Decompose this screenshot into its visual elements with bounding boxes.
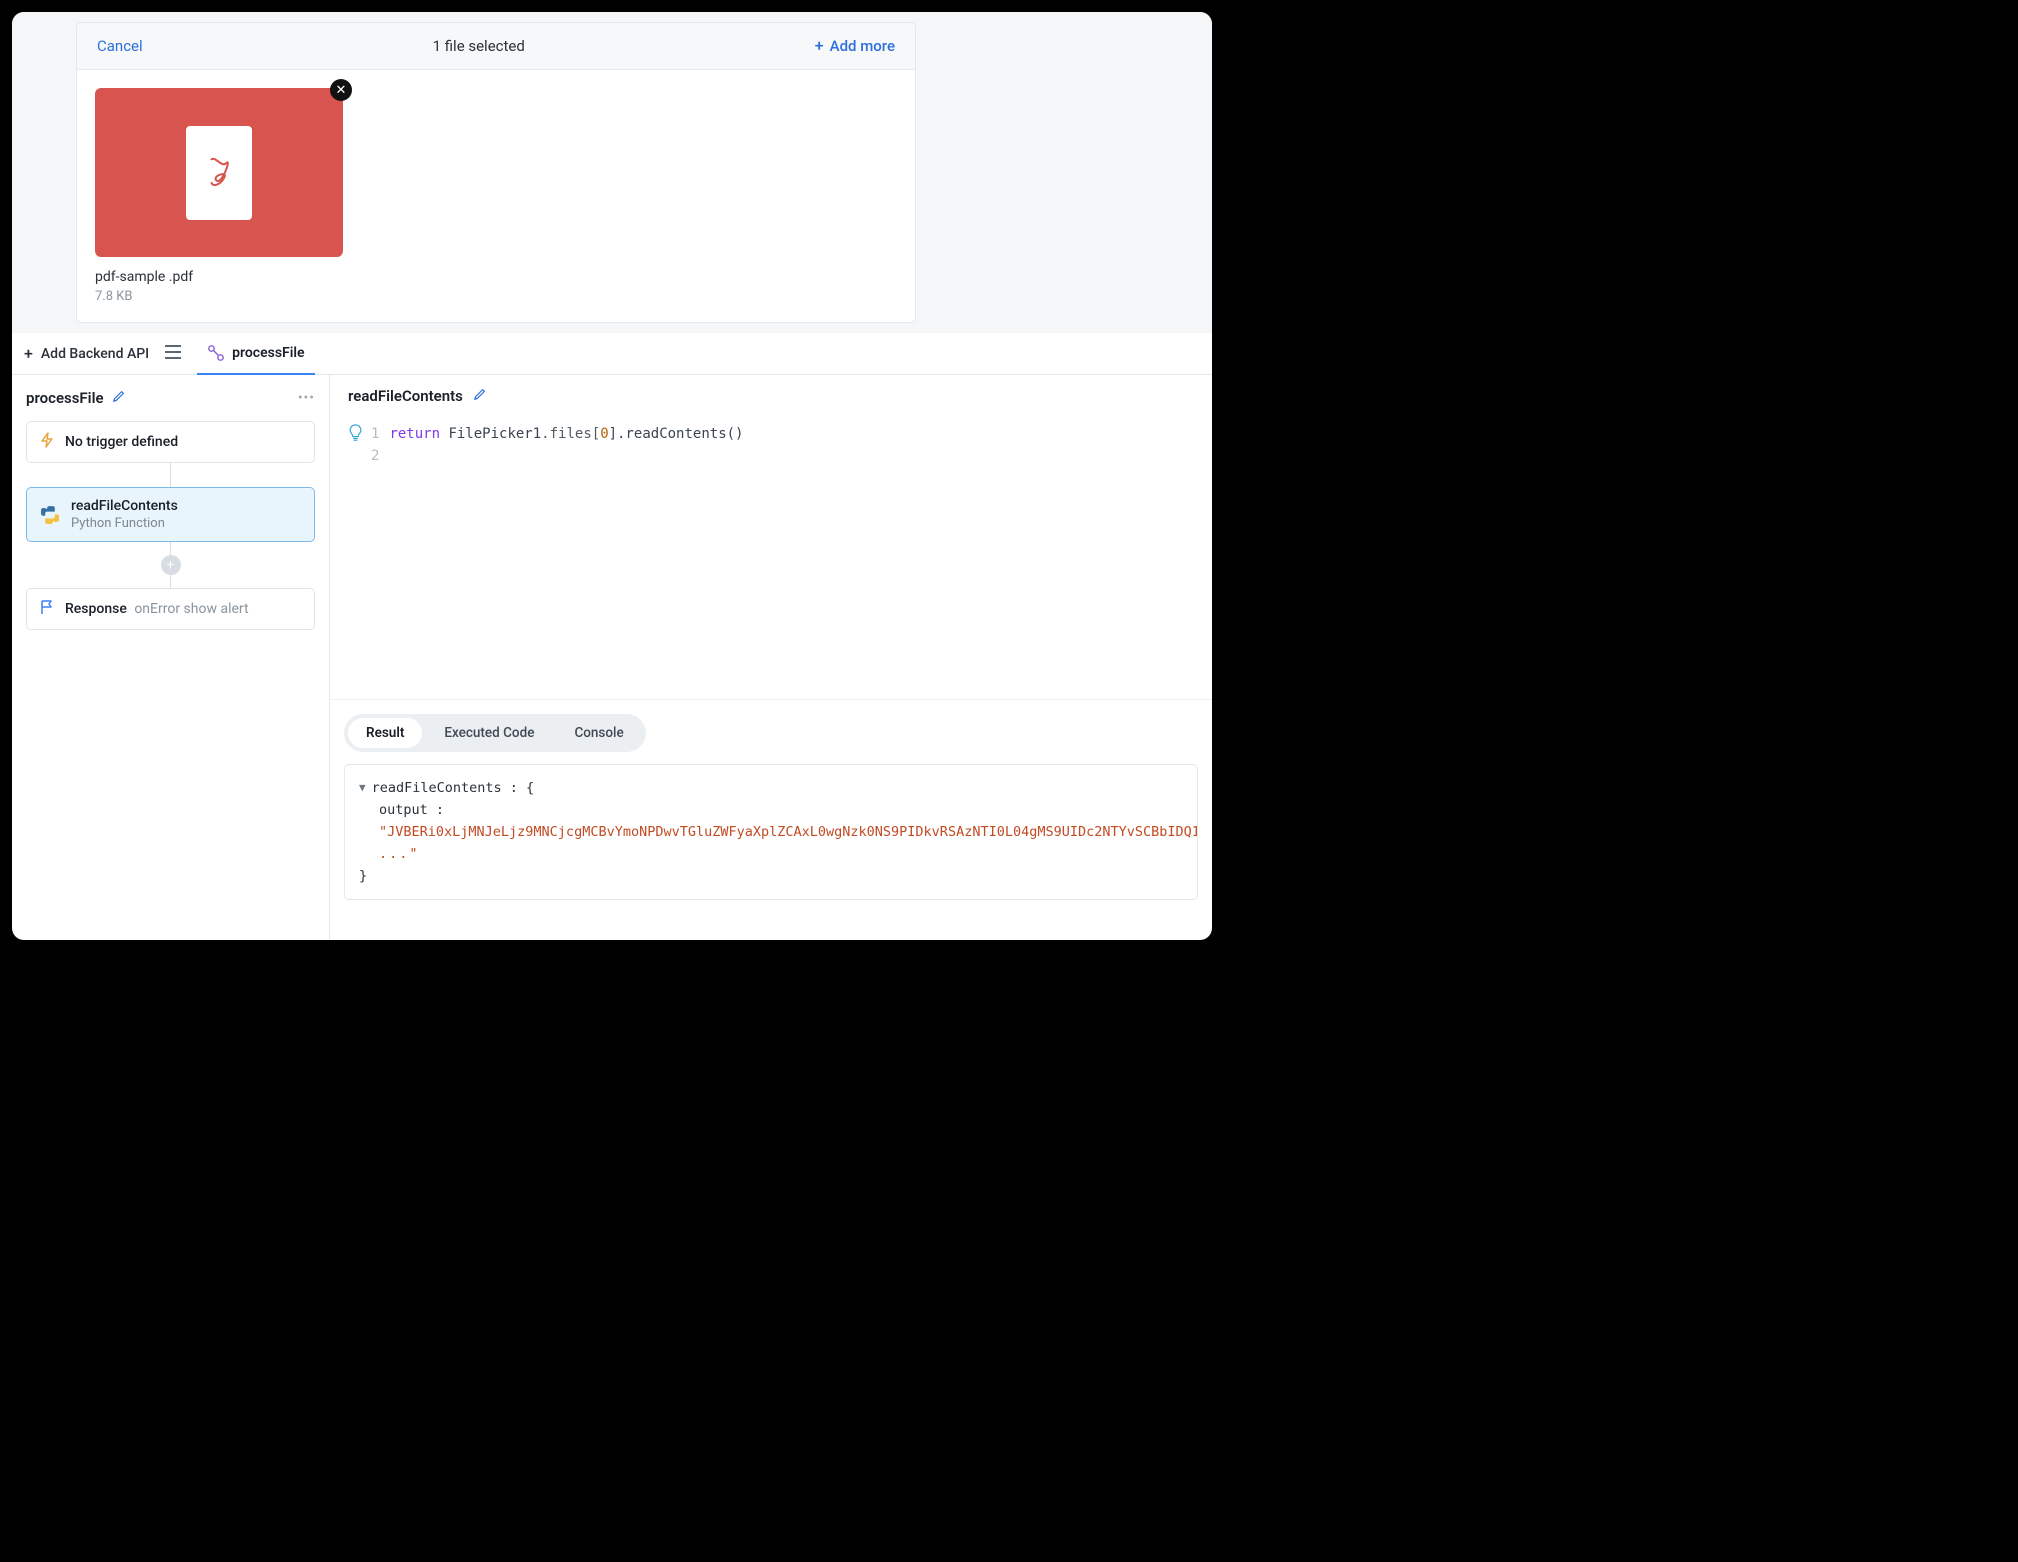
add-more-label: Add more [830,37,895,55]
plus-icon: + [815,38,824,54]
pdf-icon [204,155,234,191]
toolbar: + Add Backend API processFile [12,333,1212,375]
hamburger-icon [165,345,181,359]
result-output-label: output : [359,799,1183,821]
result-close-brace: } [359,865,1183,887]
code-number: 0 [600,426,608,442]
code-body[interactable]: return FilePicker1.files[0].readContents… [389,423,743,467]
code-keyword: return [389,426,440,442]
tab-console[interactable]: Console [556,718,641,748]
bolt-icon [39,432,55,452]
file-tile[interactable]: ✕ pdf-sample .pdf 7.8 KB [95,88,343,304]
editor-panel: readFileContents 12 return FilePicker [330,375,1212,940]
workflow-name: processFile [26,389,104,407]
code-call: ].readContents() [609,426,744,442]
main-area: processFile ••• No trigger defined [12,375,1212,940]
workflow-more-button[interactable]: ••• [298,390,315,406]
function-node[interactable]: readFileContents Python Function [26,487,315,542]
tab-processfile[interactable]: processFile [197,333,314,375]
add-node-button[interactable]: + [161,555,181,575]
file-size-label: 7.8 KB [95,289,343,304]
add-more-button[interactable]: + Add more [815,37,895,55]
filepicker-header: Cancel 1 file selected + Add more [77,23,915,70]
cancel-button[interactable]: Cancel [97,37,143,55]
pencil-icon [112,389,126,403]
add-backend-api-button[interactable]: + Add Backend API [24,346,149,362]
editor-header: readFileContents [330,375,1212,417]
pencil-icon [473,387,487,401]
function-node-type: Python Function [71,516,178,531]
file-thumbnail [95,88,343,257]
tab-label: processFile [232,345,304,361]
flag-icon [39,599,55,619]
sidebar-title-row: processFile ••• [26,389,315,407]
result-open-brace: : { [502,780,535,796]
rename-function-button[interactable] [473,387,487,405]
plus-icon: + [24,346,33,362]
workflow-sidebar: processFile ••• No trigger defined [12,375,330,940]
code-punct: .files[ [541,426,600,442]
caret-down-icon[interactable]: ▼ [359,777,366,799]
response-label: Response [65,601,127,617]
add-backend-api-label: Add Backend API [41,346,149,362]
trigger-node[interactable]: No trigger defined [26,421,315,463]
rename-workflow-button[interactable] [112,389,126,407]
filepicker-title: 1 file selected [433,37,525,55]
response-subtext: onError show alert [134,601,248,617]
code-identifier: FilePicker1 [440,426,541,442]
connector [170,463,171,487]
close-icon: ✕ [336,83,347,98]
code-editor[interactable]: 12 return FilePicker1.files[0].readConte… [330,417,1212,487]
function-node-name: readFileContents [71,498,178,514]
menu-button[interactable] [165,345,181,363]
result-panel: Result Executed Code Console ▼ readFileC… [330,699,1212,940]
trigger-label: No trigger defined [65,434,178,450]
tab-result[interactable]: Result [348,718,422,748]
file-name-label: pdf-sample .pdf [95,269,343,285]
lightbulb-icon[interactable] [348,424,363,446]
response-node[interactable]: Response onError show alert [26,588,315,630]
tab-executed-code[interactable]: Executed Code [426,718,552,748]
pdf-page-icon [186,126,252,220]
filepicker-section: Cancel 1 file selected + Add more ✕ [12,12,1212,333]
result-tabs: Result Executed Code Console [344,714,646,752]
result-key: readFileContents [372,780,502,796]
function-title: readFileContents [348,387,463,405]
python-icon [39,504,61,526]
remove-file-button[interactable]: ✕ [330,79,352,101]
result-output-value: "JVBERi0xLjMNJeLjz9MNCjcgMCBvYmoNPDwvTGl… [359,821,1183,843]
line-gutter: 12 [371,423,379,467]
filepicker-body: ✕ pdf-sample .pdf 7.8 KB [77,70,915,322]
filepicker-panel: Cancel 1 file selected + Add more ✕ [76,22,916,323]
workflow-icon [207,344,225,362]
result-box[interactable]: ▼ readFileContents : { output : "JVBERi0… [344,764,1198,900]
result-ellipsis[interactable]: ..." [359,843,1183,865]
